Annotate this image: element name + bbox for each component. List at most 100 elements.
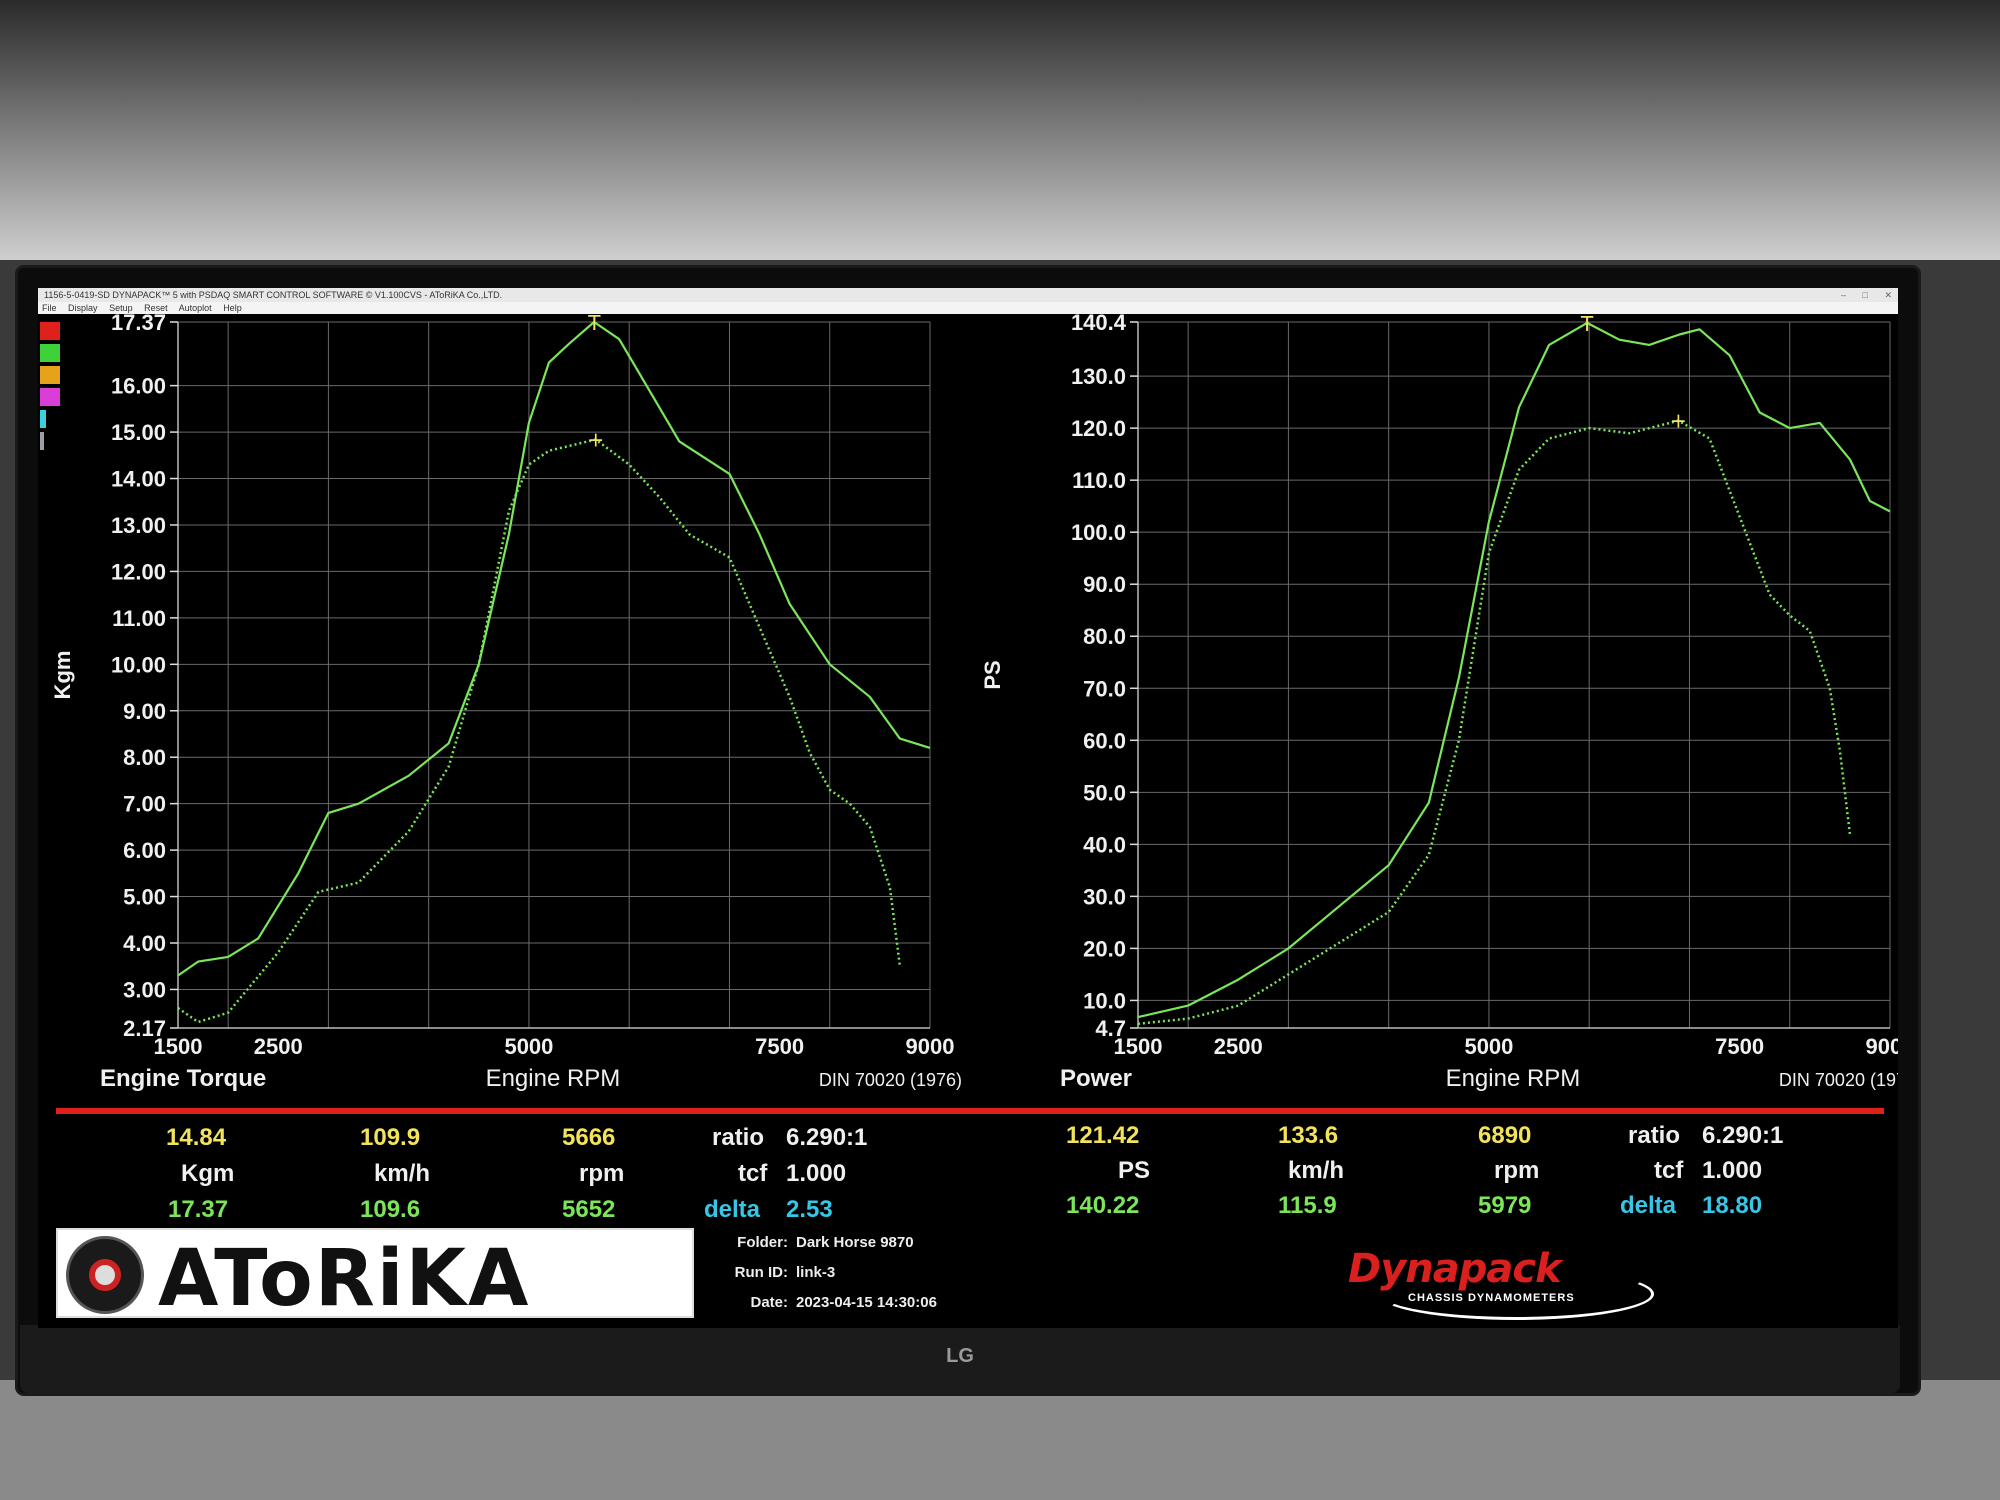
y-tick-label: 14.00 [111,467,166,492]
power-unit: PS [1118,1157,1151,1184]
torque-speed-unit: km/h [374,1160,431,1187]
menu-display[interactable]: Display [68,303,98,313]
power-tcf-label: tcf [1654,1157,1684,1184]
y-tick-label: 110.0 [1072,468,1126,493]
torque-ratio-label: ratio [712,1124,765,1151]
y-tick-label: 12.00 [111,559,166,584]
torque-current-value: 14.84 [166,1124,227,1151]
x-tick-label: 9000 [1866,1034,1898,1059]
menu-help[interactable]: Help [223,303,242,313]
power-current-value: 121.42 [1066,1122,1140,1149]
minimize-icon[interactable]: – [1841,290,1846,300]
power-chart: 4.710.020.030.040.050.060.070.080.090.01… [980,314,1898,1092]
folder-label: Folder: [737,1234,788,1251]
date-label: Date: [750,1294,788,1311]
y-tick-label: 16.00 [111,374,166,399]
x-tick-label: 9000 [906,1034,955,1059]
y-tick-label: 140.4 [1071,314,1127,335]
window-title: 1156-5-0419-SD DYNAPACK™ 5 with PSDAQ SM… [44,290,503,300]
atorika-badge-icon [66,1236,144,1314]
y-tick-label: 120.0 [1071,416,1126,441]
power-ratio: 6.290:1 [1702,1122,1784,1149]
peak-marker: T [587,314,601,335]
background-wall [0,0,2000,260]
power-ratio-label: ratio [1628,1122,1681,1149]
folder-value: Dark Horse 9870 [796,1234,914,1251]
x-tick-label: 2500 [1214,1034,1263,1059]
date-value: 2023-04-15 14:30:06 [796,1294,937,1311]
peak-marker: + [587,428,604,452]
torque-current-rpm: 5666 [562,1124,616,1151]
power-delta-label: delta [1620,1192,1677,1219]
x-tick-label: 5000 [1464,1034,1513,1059]
series-line-dotted [1137,419,1852,1026]
x-axis-label: Engine RPM [486,1065,621,1092]
dynapack-logo: Dynapack CHASSIS DYNAMOMETERS [1338,1246,1654,1320]
background-shelf [0,1380,2000,1500]
y-tick-label: 11.00 [112,606,166,631]
atorika-logo: AToRiKA [56,1228,694,1324]
y-tick-label: 60.0 [1083,728,1126,753]
y-tick-label: 20.0 [1083,936,1126,961]
y-tick-label: 50.0 [1083,780,1126,805]
torque-chart: 2.173.004.005.006.007.008.009.0010.0011.… [50,314,962,1092]
y-tick-label: 13.00 [111,513,166,538]
x-axis-label: Engine RPM [1446,1065,1581,1092]
torque-peak-speed: 109.6 [360,1196,421,1223]
torque-peak-rpm: 5652 [562,1196,616,1223]
series-line-solid [1137,321,1891,1019]
torque-delta: 2.53 [786,1196,833,1223]
torque-tcf: 1.000 [786,1160,847,1187]
y-tick-label: 10.0 [1083,988,1126,1013]
y-tick-label: 15.00 [111,420,166,445]
y-tick-label: 5.00 [123,885,166,910]
torque-rpm-unit: rpm [579,1160,625,1187]
y-tick-label: 130.0 [1071,364,1126,389]
y-tick-label: 100.0 [1071,520,1126,545]
y-tick-label: 90.0 [1083,572,1126,597]
window-titlebar: 1156-5-0419-SD DYNAPACK™ 5 with PSDAQ SM… [38,288,1898,302]
y-tick-label: 70.0 [1083,676,1126,701]
dynapack-logo-text: Dynapack [1348,1246,1562,1292]
y-tick-label: 3.00 [123,977,166,1002]
torque-ratio: 6.290:1 [786,1124,868,1151]
menu-file[interactable]: File [42,303,57,313]
power-current-speed: 133.6 [1278,1122,1339,1149]
menu-bar: File Display Setup Reset Autoplot Help [38,302,1898,314]
torque-delta-label: delta [704,1196,761,1223]
peak-marker: T [1580,314,1594,336]
menu-autoplot[interactable]: Autoplot [179,303,212,313]
run-id-label: Run ID: [734,1264,788,1281]
dynapack-logo-subtitle: CHASSIS DYNAMOMETERS [1408,1292,1575,1304]
maximize-icon[interactable]: □ [1863,290,1868,300]
x-tick-label: 7500 [1715,1034,1764,1059]
run-id-value: link-3 [796,1264,836,1281]
power-tcf: 1.000 [1702,1157,1763,1184]
close-icon[interactable]: ✕ [1884,290,1892,300]
torque-tcf-label: tcf [738,1160,768,1187]
torque-unit: Kgm [181,1160,235,1187]
monitor-chin: LG [20,1325,1900,1393]
y-tick-label: 40.0 [1083,832,1126,857]
series-line-dotted [177,438,902,1024]
y-tick-label: 30.0 [1083,884,1126,909]
power-rpm-unit: rpm [1494,1157,1540,1184]
menu-setup[interactable]: Setup [109,303,133,313]
atorika-logo-text: AToRiKA [158,1234,531,1324]
run-info: Run ID: link-3 [718,1264,836,1281]
window-controls: – □ ✕ [1827,288,1892,302]
folder-info: Folder: Dark Horse 9870 [718,1234,914,1251]
y-tick-label: 10.00 [111,652,166,677]
power-delta: 18.80 [1702,1192,1763,1219]
din-standard-label: DIN 70020 (1976) [819,1070,962,1090]
menu-reset[interactable]: Reset [144,303,168,313]
x-tick-label: 7500 [755,1034,804,1059]
peak-marker: + [1670,409,1687,433]
y-tick-label: 8.00 [123,745,166,770]
y-tick-label: 6.00 [123,838,166,863]
y-tick-label: 4.00 [123,931,166,956]
x-tick-label: 1500 [154,1034,203,1059]
dyno-app-window: 1156-5-0419-SD DYNAPACK™ 5 with PSDAQ SM… [38,288,1898,1328]
x-tick-label: 5000 [504,1034,553,1059]
chart-title: Power [1060,1065,1132,1092]
